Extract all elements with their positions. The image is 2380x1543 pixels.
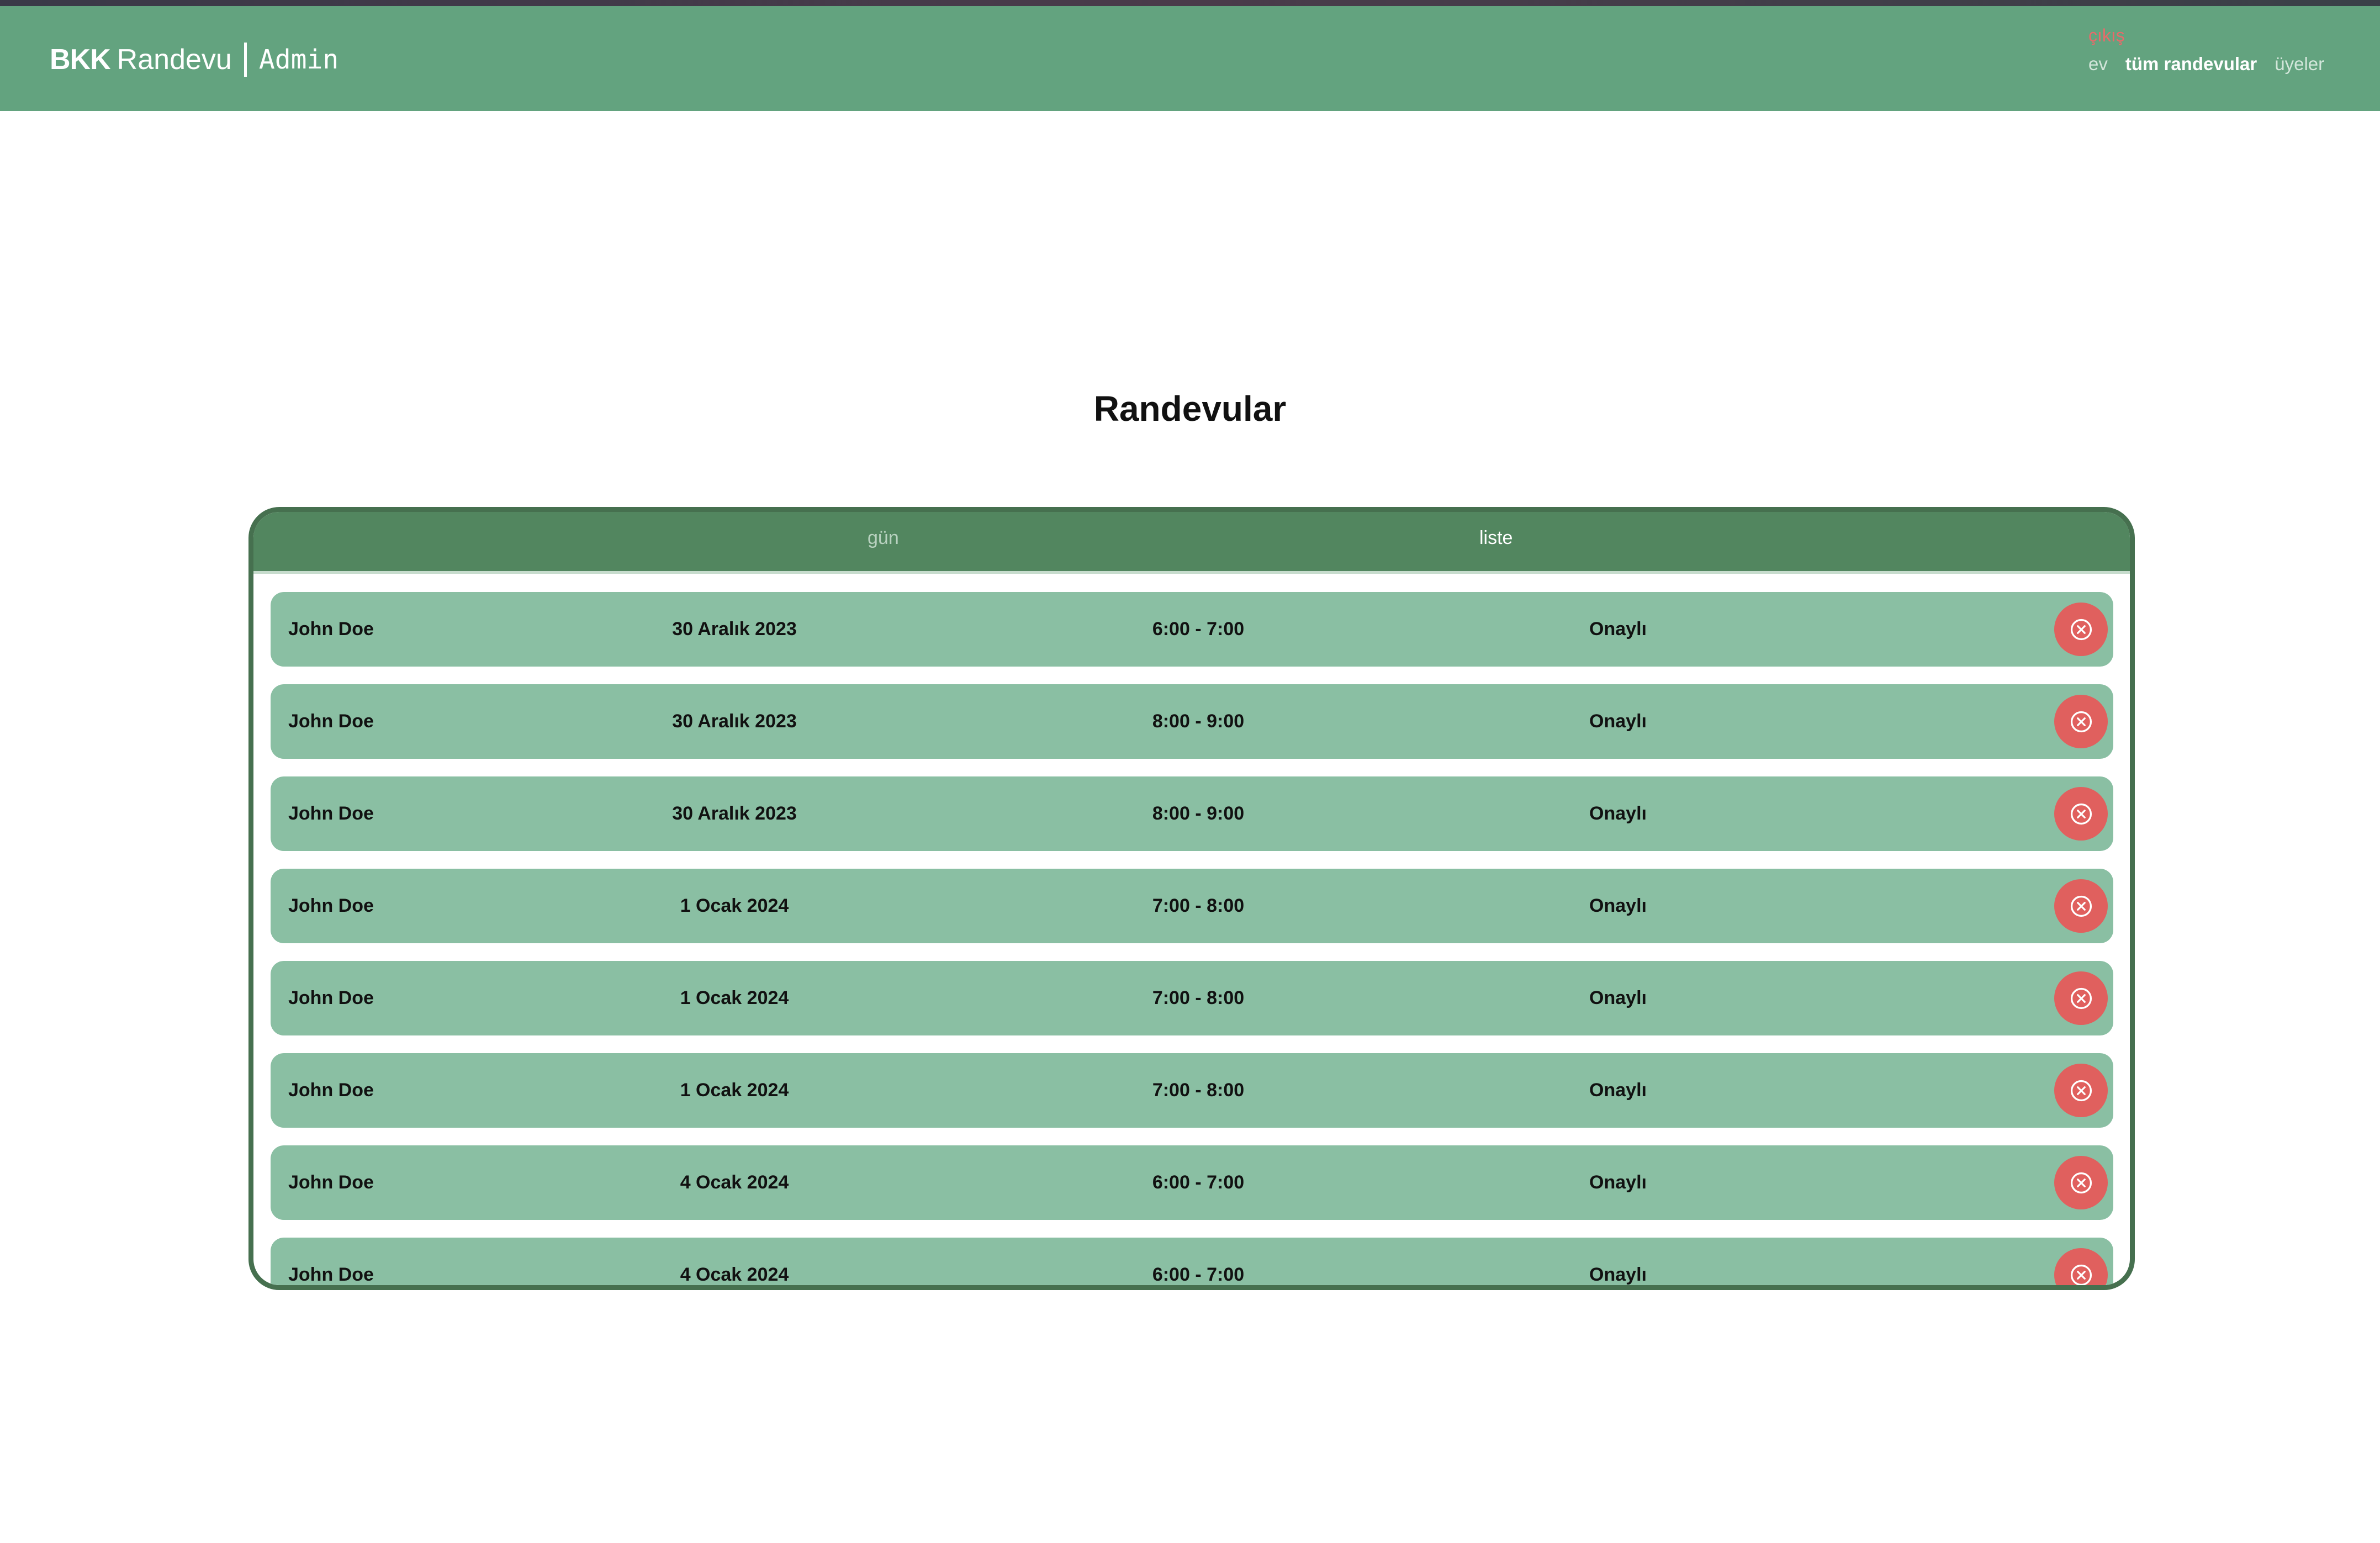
appointment-status: Onaylı: [1589, 803, 1647, 824]
appointment-date: 1 Ocak 2024: [680, 1080, 789, 1101]
appointment-status: Onaylı: [1589, 987, 1647, 1008]
appointment-time: 8:00 - 9:00: [1152, 803, 1245, 824]
circle-x-icon: [2070, 987, 2092, 1009]
appointment-name: John Doe: [288, 1264, 374, 1285]
navbar: BKK Randevu Admin çıkış ev tüm randevula…: [0, 6, 2380, 111]
cancel-appointment-button[interactable]: [2054, 603, 2108, 656]
brand-divider: [244, 43, 247, 77]
appointment-time: 7:00 - 8:00: [1152, 895, 1245, 916]
logout-link[interactable]: çıkış: [2088, 25, 2125, 46]
appointment-time: 8:00 - 9:00: [1152, 711, 1245, 732]
cancel-appointment-button[interactable]: [2054, 695, 2108, 748]
tab-day[interactable]: gün: [868, 527, 899, 549]
appointment-name: John Doe: [288, 987, 374, 1008]
appointment-status: Onaylı: [1589, 1172, 1647, 1193]
appointments-panel: gün liste John Doe 30 Aralık 2023 6:00 - 7…: [248, 507, 2135, 1290]
appointment-row[interactable]: John Doe 1 Ocak 2024 7:00 - 8:00 Onaylı: [271, 1053, 2113, 1128]
appointment-name: John Doe: [288, 1080, 374, 1101]
cancel-appointment-button[interactable]: [2054, 879, 2108, 933]
appointment-date: 4 Ocak 2024: [680, 1172, 789, 1193]
nav-link-members[interactable]: üyeler: [2275, 54, 2324, 75]
view-tabs: gün liste: [253, 512, 2130, 574]
nav-link-home[interactable]: ev: [2088, 54, 2108, 75]
appointment-date: 1 Ocak 2024: [680, 987, 789, 1008]
nav-link-all-appointments[interactable]: tüm randevular: [2125, 54, 2257, 75]
appointment-date: 30 Aralık 2023: [672, 803, 797, 824]
circle-x-icon: [2070, 803, 2092, 825]
appointment-name: John Doe: [288, 895, 374, 916]
brand-randevu: Randevu: [117, 44, 232, 76]
appointment-name: John Doe: [288, 1172, 374, 1193]
cancel-appointment-button[interactable]: [2054, 787, 2108, 841]
circle-x-icon: [2070, 1080, 2092, 1101]
tab-list[interactable]: liste: [1479, 527, 1512, 549]
circle-x-icon: [2070, 711, 2092, 732]
brand-admin: Admin: [258, 44, 339, 75]
circle-x-icon: [2070, 1264, 2092, 1285]
circle-x-icon: [2070, 895, 2092, 917]
appointment-status: Onaylı: [1589, 711, 1647, 732]
appointment-date: 4 Ocak 2024: [680, 1264, 789, 1285]
appointment-time: 7:00 - 8:00: [1152, 987, 1245, 1008]
window-top-strip: [0, 0, 2380, 6]
appointment-time: 6:00 - 7:00: [1152, 619, 1245, 640]
appointment-row[interactable]: John Doe 1 Ocak 2024 7:00 - 8:00 Onaylı: [271, 869, 2113, 943]
main-nav: ev tüm randevular üyeler: [2088, 54, 2324, 75]
circle-x-icon: [2070, 1172, 2092, 1193]
appointment-status: Onaylı: [1589, 895, 1647, 916]
circle-x-icon: [2070, 619, 2092, 640]
appointment-name: John Doe: [288, 803, 374, 824]
cancel-appointment-button[interactable]: [2054, 971, 2108, 1025]
appointment-status: Onaylı: [1589, 619, 1647, 640]
appointment-name: John Doe: [288, 619, 374, 640]
appointment-time: 6:00 - 7:00: [1152, 1264, 1245, 1285]
cancel-appointment-button[interactable]: [2054, 1064, 2108, 1117]
appointment-row[interactable]: John Doe 30 Aralık 2023 8:00 - 9:00 Onaylı: [271, 684, 2113, 759]
appointment-row[interactable]: John Doe 4 Ocak 2024 6:00 - 7:00 Onaylı: [271, 1238, 2113, 1285]
appointment-date: 30 Aralık 2023: [672, 711, 797, 732]
brand-logo[interactable]: BKK Randevu Admin: [50, 40, 339, 79]
page-title: Randevular: [1093, 389, 1287, 429]
appointment-time: 7:00 - 8:00: [1152, 1080, 1245, 1101]
appointment-date: 1 Ocak 2024: [680, 895, 789, 916]
appointment-status: Onaylı: [1589, 1080, 1647, 1101]
appointment-row[interactable]: John Doe 1 Ocak 2024 7:00 - 8:00 Onaylı: [271, 961, 2113, 1035]
appointment-row[interactable]: John Doe 30 Aralık 2023 6:00 - 7:00 Onaylı: [271, 592, 2113, 667]
appointment-row[interactable]: John Doe 30 Aralık 2023 8:00 - 9:00 Onaylı: [271, 776, 2113, 851]
appointment-time: 6:00 - 7:00: [1152, 1172, 1245, 1193]
appointment-row[interactable]: John Doe 4 Ocak 2024 6:00 - 7:00 Onaylı: [271, 1145, 2113, 1220]
cancel-appointment-button[interactable]: [2054, 1156, 2108, 1209]
cancel-appointment-button[interactable]: [2054, 1248, 2108, 1285]
brand-bkk: BKK: [50, 44, 111, 76]
appointment-status: Onaylı: [1589, 1264, 1647, 1285]
appointment-date: 30 Aralık 2023: [672, 619, 797, 640]
appointment-name: John Doe: [288, 711, 374, 732]
